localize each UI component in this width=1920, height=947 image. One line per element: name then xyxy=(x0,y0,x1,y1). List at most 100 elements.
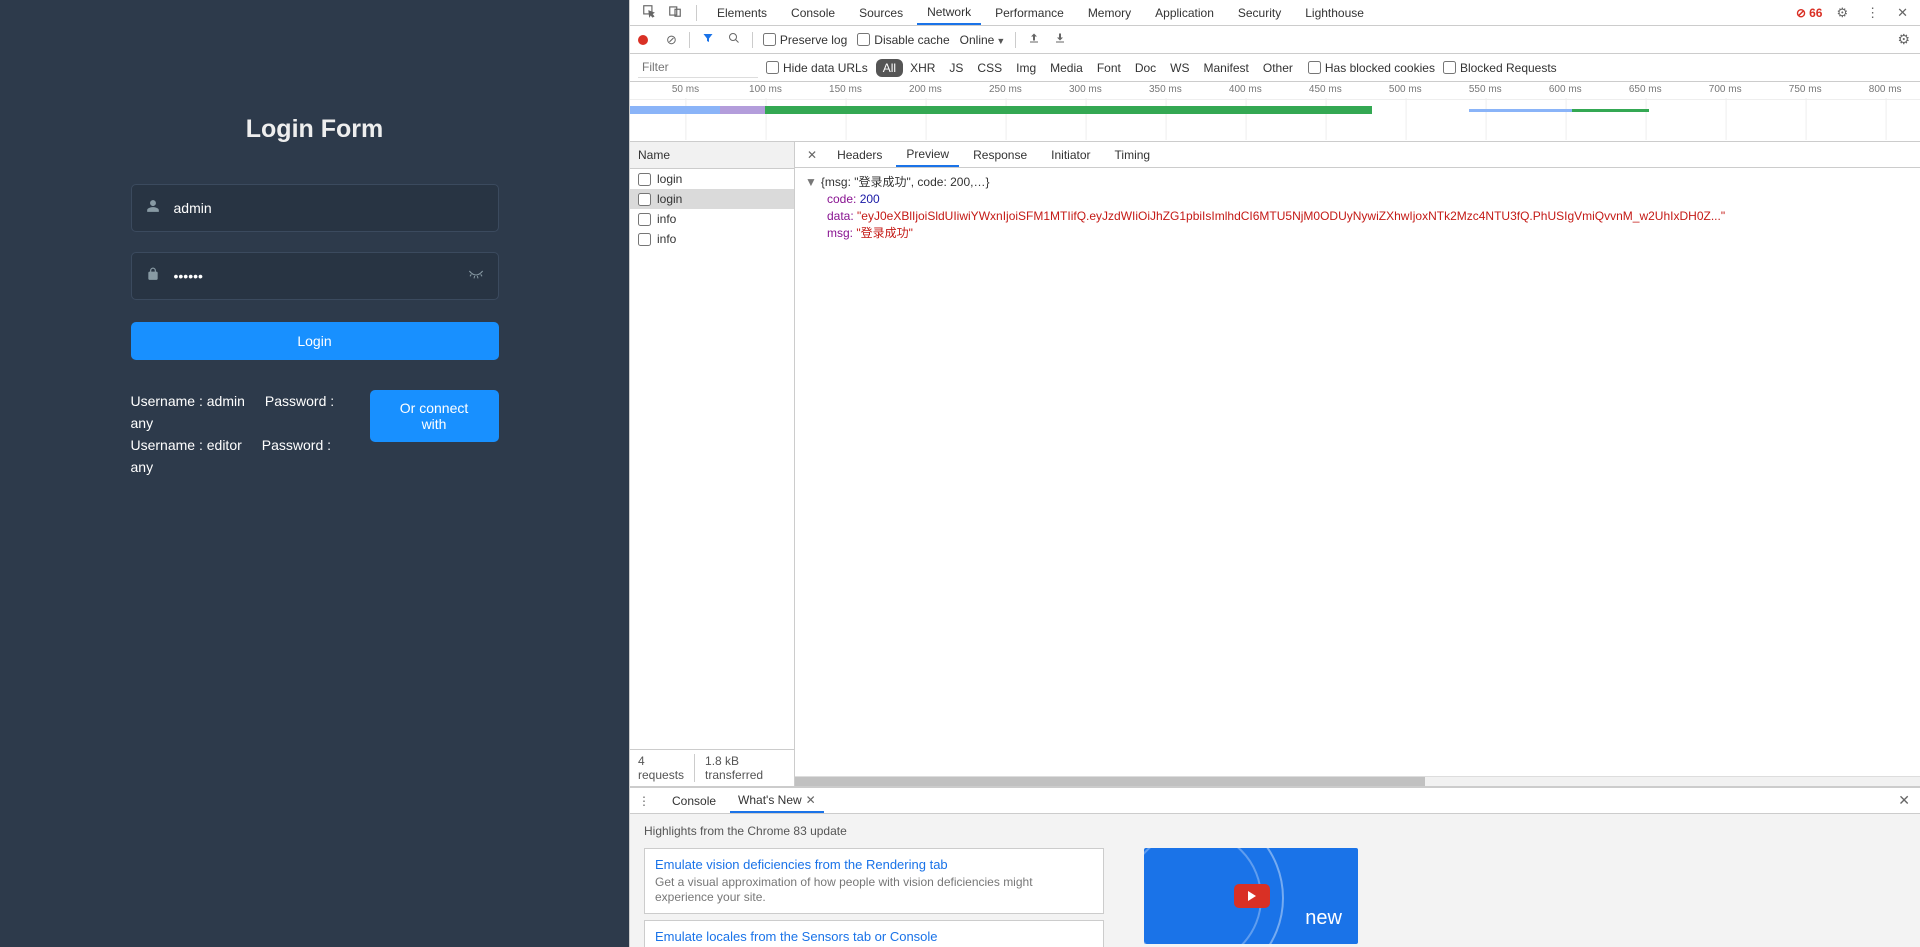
detail-tab-initiator[interactable]: Initiator xyxy=(1041,144,1100,166)
detail-tab-headers[interactable]: Headers xyxy=(827,144,892,166)
pill-other[interactable]: Other xyxy=(1256,59,1300,77)
request-row[interactable]: login xyxy=(630,189,794,209)
news-card-title[interactable]: Emulate vision deficiencies from the Ren… xyxy=(655,857,1093,872)
tab-lighthouse[interactable]: Lighthouse xyxy=(1295,0,1374,25)
pill-js[interactable]: JS xyxy=(942,59,970,77)
request-row[interactable]: info xyxy=(630,209,794,229)
drawer-tab-console[interactable]: Console xyxy=(664,790,724,812)
search-icon[interactable] xyxy=(726,32,742,47)
password-field-wrap[interactable] xyxy=(131,252,499,300)
preview-body[interactable]: ▼ {msg: "登录成功", code: 200,…} code: 200 da… xyxy=(795,168,1920,776)
request-list-header[interactable]: Name xyxy=(630,142,794,169)
close-detail-icon[interactable]: ✕ xyxy=(801,148,823,162)
json-value: "登录成功" xyxy=(856,226,913,240)
news-card-title[interactable]: Emulate locales from the Sensors tab or … xyxy=(655,929,1093,944)
network-toolbar: ⊘ Preserve log Disable cache Online▼ ⚙ xyxy=(630,26,1920,54)
request-row[interactable]: info xyxy=(630,229,794,249)
hide-data-urls-checkbox[interactable]: Hide data URLs xyxy=(766,61,868,75)
tick: 800 ms xyxy=(1869,84,1902,95)
news-card[interactable]: Emulate vision deficiencies from the Ren… xyxy=(644,848,1104,914)
network-settings-icon[interactable]: ⚙ xyxy=(1887,31,1920,48)
tab-application[interactable]: Application xyxy=(1145,0,1224,25)
network-filter-row: Hide data URLs All XHR JS CSS Img Media … xyxy=(630,54,1920,82)
news-card[interactable]: Emulate locales from the Sensors tab or … xyxy=(644,920,1104,947)
scrollbar-thumb[interactable] xyxy=(795,777,1425,786)
throttle-select[interactable]: Online▼ xyxy=(960,33,1006,47)
tick: 750 ms xyxy=(1789,84,1822,95)
timeline-bar xyxy=(1572,109,1649,112)
news-card-desc: Get a visual approximation of how people… xyxy=(655,875,1093,905)
filter-input[interactable] xyxy=(638,57,758,78)
username-field-wrap[interactable] xyxy=(131,184,499,232)
pill-manifest[interactable]: Manifest xyxy=(1197,59,1256,77)
record-button[interactable] xyxy=(638,35,648,45)
request-name: info xyxy=(657,212,676,226)
tick: 100 ms xyxy=(749,84,782,95)
pill-all[interactable]: All xyxy=(876,59,903,77)
tick: 300 ms xyxy=(1069,84,1102,95)
expand-arrow-icon[interactable]: ▼ xyxy=(805,174,817,191)
connect-with-button[interactable]: Or connect with xyxy=(370,390,499,442)
tick: 450 ms xyxy=(1309,84,1342,95)
timeline-bar xyxy=(765,106,1371,114)
tab-console[interactable]: Console xyxy=(781,0,845,25)
tick: 650 ms xyxy=(1629,84,1662,95)
drawer-tab-whatsnew[interactable]: What's New✕ xyxy=(730,789,824,813)
network-timeline[interactable]: 50 ms 100 ms 150 ms 200 ms 250 ms 300 ms… xyxy=(630,82,1920,142)
filter-toggle-icon[interactable] xyxy=(700,32,716,47)
has-blocked-cookies-label: Has blocked cookies xyxy=(1325,61,1435,75)
close-devtools-icon[interactable]: ✕ xyxy=(1893,5,1912,21)
video-thumbnail[interactable]: new xyxy=(1144,848,1358,944)
json-summary: {msg: "登录成功", code: 200,…} xyxy=(821,175,990,189)
horizontal-scrollbar[interactable] xyxy=(795,776,1920,786)
request-name: info xyxy=(657,232,676,246)
login-button[interactable]: Login xyxy=(131,322,499,360)
clear-icon[interactable]: ⊘ xyxy=(664,32,679,48)
password-input[interactable] xyxy=(174,268,484,284)
has-blocked-cookies-checkbox[interactable]: Has blocked cookies xyxy=(1308,61,1435,75)
tab-network[interactable]: Network xyxy=(917,0,981,25)
blocked-requests-checkbox[interactable]: Blocked Requests xyxy=(1443,61,1557,75)
pill-ws[interactable]: WS xyxy=(1163,59,1196,77)
json-key: code: xyxy=(827,192,856,206)
user-icon xyxy=(146,199,160,217)
pill-xhr[interactable]: XHR xyxy=(903,59,942,77)
pill-img[interactable]: Img xyxy=(1009,59,1043,77)
drawer-menu-icon[interactable]: ⋮ xyxy=(638,794,658,808)
settings-gear-icon[interactable]: ⚙ xyxy=(1832,5,1852,21)
error-count-badge[interactable]: 66 xyxy=(1796,6,1822,20)
download-har-icon[interactable] xyxy=(1052,32,1068,47)
request-list: Name login login info info 4 requests 1.… xyxy=(630,142,795,786)
tab-performance[interactable]: Performance xyxy=(985,0,1074,25)
play-icon[interactable] xyxy=(1234,884,1270,908)
more-menu-icon[interactable]: ⋮ xyxy=(1862,5,1883,21)
detail-tab-timing[interactable]: Timing xyxy=(1105,144,1161,166)
json-value: "eyJ0eXBlIjoiSldUIiwiYWxnIjoiSFM1MTIifQ.… xyxy=(857,209,1725,223)
close-drawer-icon[interactable]: ✕ xyxy=(1888,792,1920,809)
detail-tabs: ✕ Headers Preview Response Initiator Tim… xyxy=(795,142,1920,168)
eye-closed-icon[interactable] xyxy=(468,268,484,284)
request-row[interactable]: login xyxy=(630,169,794,189)
detail-tab-preview[interactable]: Preview xyxy=(896,143,959,167)
close-tab-icon[interactable]: ✕ xyxy=(806,793,816,807)
pill-media[interactable]: Media xyxy=(1043,59,1090,77)
pill-css[interactable]: CSS xyxy=(970,59,1009,77)
video-label: new xyxy=(1305,907,1342,930)
tab-elements[interactable]: Elements xyxy=(707,0,777,25)
device-toolbar-icon[interactable] xyxy=(664,4,686,21)
request-name: login xyxy=(657,172,682,186)
hide-data-urls-label: Hide data URLs xyxy=(783,61,868,75)
disable-cache-checkbox[interactable]: Disable cache xyxy=(857,33,949,47)
json-value: 200 xyxy=(860,192,880,206)
inspect-element-icon[interactable] xyxy=(638,4,660,21)
pill-doc[interactable]: Doc xyxy=(1128,59,1163,77)
preserve-log-checkbox[interactable]: Preserve log xyxy=(763,33,847,47)
tab-security[interactable]: Security xyxy=(1228,0,1291,25)
tab-memory[interactable]: Memory xyxy=(1078,0,1141,25)
detail-tab-response[interactable]: Response xyxy=(963,144,1037,166)
json-key: data: xyxy=(827,209,854,223)
upload-har-icon[interactable] xyxy=(1026,32,1042,47)
username-input[interactable] xyxy=(174,200,484,216)
tab-sources[interactable]: Sources xyxy=(849,0,913,25)
pill-font[interactable]: Font xyxy=(1090,59,1128,77)
